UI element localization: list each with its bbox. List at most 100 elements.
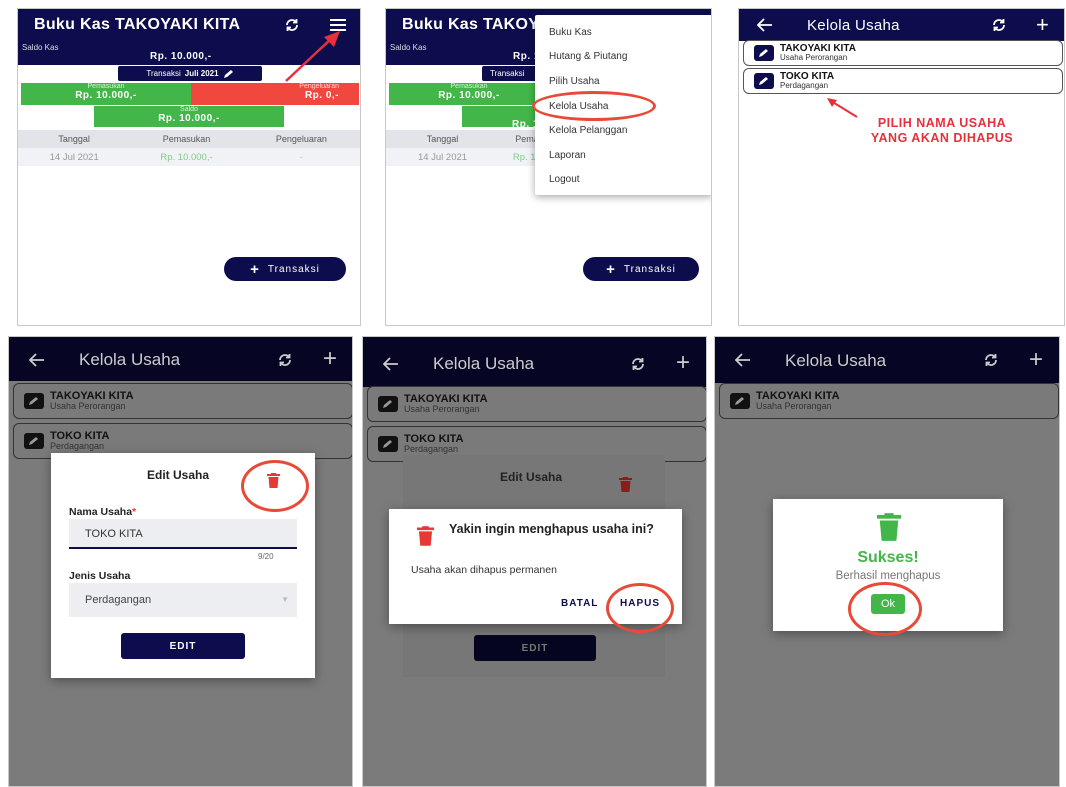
- usaha-card-takoyaki[interactable]: TAKOYAKI KITA Usaha Perorangan: [719, 383, 1059, 419]
- dialog-title: Edit Usaha: [147, 468, 210, 482]
- screen-menu-open: Buku Kas TAKOYAKI KITA Saldo Kas Rp. 10.…: [385, 8, 712, 326]
- usaha-type: Perdagangan: [50, 441, 105, 452]
- sync-icon[interactable]: [991, 17, 1007, 33]
- menu-item-laporan[interactable]: Laporan: [535, 143, 711, 168]
- screen-buku-kas: Buku Kas TAKOYAKI KITA Saldo Kas Rp. 10.…: [17, 8, 361, 326]
- pencil-icon: [754, 73, 774, 89]
- dialog-title: Edit Usaha: [500, 470, 563, 484]
- plus-icon[interactable]: +: [676, 349, 690, 377]
- transaksi-period: Juli 2021: [184, 69, 219, 78]
- screen-kelola-usaha: Kelola Usaha + TAKOYAKI KITA Usaha Peror…: [738, 8, 1065, 326]
- app-title: Buku Kas TAKOYAKI KITA: [34, 16, 241, 33]
- chevron-down-icon: ▼: [281, 595, 289, 604]
- pengeluaran-value: Rp. 0,-: [304, 90, 339, 101]
- trash-icon: [619, 477, 632, 492]
- pencil-icon: [24, 393, 44, 409]
- transaksi-period-picker[interactable]: Transaksi Juli 2021: [118, 66, 262, 81]
- back-arrow-icon[interactable]: [735, 353, 751, 367]
- usaha-type: Perdagangan: [780, 81, 829, 91]
- nama-usaha-input[interactable]: TOKO KITA: [69, 519, 297, 549]
- edit-button[interactable]: EDIT: [121, 633, 245, 659]
- row-pengeluaran: -: [299, 151, 303, 163]
- usaha-type: Perdagangan: [404, 444, 459, 455]
- app-bar: Kelola Usaha +: [739, 9, 1064, 41]
- screen-delete-success: Kelola Usaha + TAKOYAKI KITA Usaha Peror…: [714, 336, 1060, 787]
- plus-icon[interactable]: +: [1036, 12, 1049, 38]
- success-body: Berhasil menghapus: [835, 570, 941, 582]
- annotation-text: PILIH NAMA USAHA YANG AKAN DIHAPUS: [870, 116, 1014, 145]
- menu-item-pilih-usaha[interactable]: Pilih Usaha: [535, 69, 711, 94]
- pencil-icon: [378, 396, 398, 412]
- app-bar: Kelola Usaha +: [9, 337, 352, 381]
- usaha-type: Usaha Perorangan: [404, 404, 480, 415]
- nama-usaha-label: Nama Usaha*: [69, 506, 136, 518]
- back-arrow-icon[interactable]: [29, 353, 45, 367]
- transaksi-fab[interactable]: + Transaksi: [224, 257, 346, 281]
- sync-icon[interactable]: [983, 352, 999, 368]
- saldo-value: Rp. 10.000,-: [158, 113, 220, 124]
- highlight-ring-hapus: [606, 583, 674, 633]
- highlight-ring-ok: [848, 582, 922, 636]
- success-title: Sukses!: [857, 549, 919, 566]
- pencil-icon: [378, 436, 398, 452]
- pemasukan-box: Pemasukan Rp. 10.000,-: [389, 83, 549, 105]
- sync-icon[interactable]: [630, 356, 646, 372]
- transaksi-fab[interactable]: + Transaksi: [583, 257, 699, 281]
- usaha-card-takoyaki[interactable]: TAKOYAKI KITA Usaha Perorangan: [743, 40, 1063, 66]
- jenis-usaha-value: Perdagangan: [85, 594, 152, 606]
- confirm-body: Usaha akan dihapus permanen: [411, 564, 557, 576]
- nama-usaha-label-text: Nama Usaha: [69, 506, 133, 518]
- saldo-box: Saldo Rp. 10.000,-: [94, 106, 284, 127]
- jenis-usaha-select[interactable]: Perdagangan ▼: [69, 583, 297, 617]
- plus-icon[interactable]: +: [1029, 346, 1043, 374]
- app-title: Kelola Usaha: [785, 351, 887, 370]
- plus-icon[interactable]: +: [323, 345, 337, 373]
- back-arrow-icon[interactable]: [383, 357, 399, 371]
- batal-button[interactable]: BATAL: [561, 598, 598, 609]
- col-tanggal: Tanggal: [426, 134, 459, 144]
- usaha-type: Usaha Perorangan: [780, 53, 848, 63]
- annotation-arrow: [285, 31, 340, 82]
- saldo-kas-value: Rp. 10.000,-: [150, 51, 212, 62]
- row-pemasukan: Rp. 10.000,-: [160, 151, 213, 163]
- confirm-title: Yakin ingin menghapus usaha ini?: [449, 522, 654, 536]
- menu-item-kelola-pelanggan[interactable]: Kelola Pelanggan: [535, 118, 711, 143]
- usaha-type: Usaha Perorangan: [756, 401, 832, 412]
- table-row[interactable]: 14 Jul 2021 Rp. 10.000,- -: [18, 148, 360, 166]
- plus-icon: +: [250, 260, 260, 278]
- highlight-ring-trash: [241, 460, 309, 512]
- pemasukan-value: Rp. 10.000,-: [438, 90, 500, 101]
- menu-item-hutang-piutang[interactable]: Hutang & Piutang: [535, 45, 711, 70]
- usaha-card-toko[interactable]: TOKO KITA Perdagangan: [743, 68, 1063, 94]
- pemasukan-label: Pemasukan: [450, 83, 488, 90]
- transaksi-label: Transaksi: [490, 69, 525, 78]
- row-tanggal: 14 Jul 2021: [417, 151, 468, 163]
- screen-edit-usaha: Kelola Usaha + TAKOYAKI KITA Usaha Peror…: [8, 336, 353, 787]
- menu-item-logout[interactable]: Logout: [535, 168, 711, 193]
- back-arrow-icon[interactable]: [757, 18, 773, 32]
- pencil-icon: [754, 45, 774, 61]
- usaha-card-takoyaki[interactable]: TAKOYAKI KITA Usaha Perorangan: [367, 386, 706, 422]
- app-title: Kelola Usaha: [433, 354, 535, 373]
- col-pemasukan: Pemasukan: [162, 134, 211, 144]
- trash-icon: [417, 526, 434, 546]
- pencil-icon: [223, 69, 234, 79]
- edit-button: EDIT: [474, 635, 596, 661]
- col-tanggal: Tanggal: [58, 134, 90, 144]
- menu-item-buku-kas[interactable]: Buku Kas: [535, 20, 711, 45]
- jenis-usaha-label: Jenis Usaha: [69, 570, 131, 582]
- nama-usaha-value: TOKO KITA: [85, 528, 143, 540]
- pencil-icon: [730, 393, 750, 409]
- row-tanggal: 14 Jul 2021: [49, 151, 99, 163]
- trash-icon: [877, 513, 901, 541]
- pemasukan-label: Pemasukan: [87, 83, 125, 90]
- sync-icon[interactable]: [277, 352, 293, 368]
- fab-label: Transaksi: [623, 263, 676, 275]
- pemasukan-box: Pemasukan Rp. 10.000,-: [21, 83, 191, 105]
- usaha-card-takoyaki[interactable]: TAKOYAKI KITA Usaha Perorangan: [13, 383, 352, 419]
- saldo-label: Saldo: [180, 106, 198, 113]
- app-title: Kelola Usaha: [807, 17, 900, 34]
- saldo-kas-label: Saldo Kas: [22, 43, 59, 52]
- app-bar: Kelola Usaha +: [715, 337, 1059, 383]
- col-pengeluaran: Pengeluaran: [275, 134, 327, 144]
